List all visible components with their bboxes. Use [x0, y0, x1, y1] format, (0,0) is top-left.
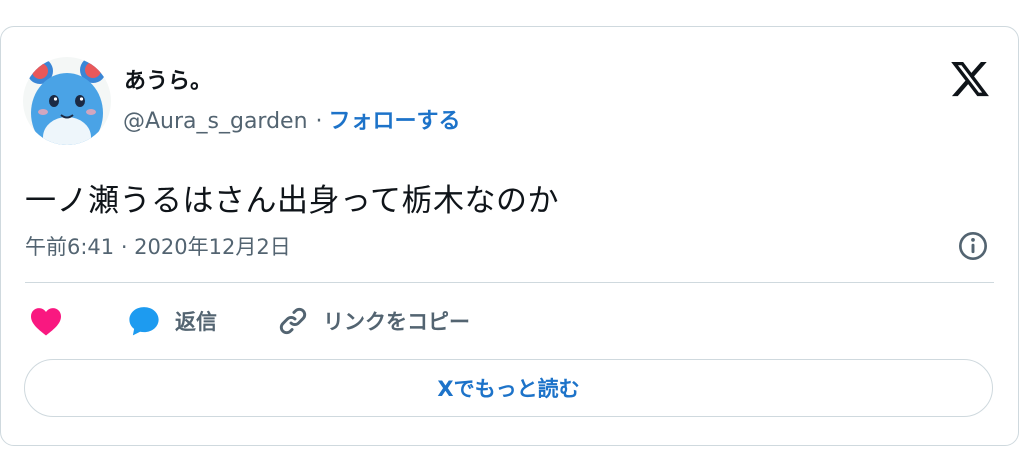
copy-link-label: リンクをコピー — [323, 310, 470, 334]
like-button[interactable] — [29, 303, 63, 339]
copy-link-button[interactable]: リンクをコピー — [277, 303, 470, 339]
reply-button[interactable]: 返信 — [127, 303, 217, 339]
divider — [25, 282, 994, 283]
separator: · — [315, 109, 323, 134]
speech-bubble-icon — [129, 307, 159, 336]
link-icon — [279, 307, 307, 335]
user-handle[interactable]: @Aura_s_garden — [123, 109, 308, 134]
avatar[interactable] — [23, 57, 111, 145]
x-logo-icon[interactable] — [949, 58, 991, 100]
tweet-timestamp[interactable]: 午前6:41 · 2020年12月2日 — [25, 231, 291, 261]
embedded-tweet-card: あうら。 @Aura_s_garden · フォローする 一ノ瀬うるはさん出身って栃… — [0, 26, 1019, 446]
handle-row: @Aura_s_garden · フォローする — [123, 103, 461, 135]
read-more-button[interactable]: Xでもっと読む — [24, 359, 993, 417]
heart-icon — [31, 308, 61, 336]
follow-link[interactable]: フォローする — [329, 109, 461, 134]
reply-label: 返信 — [175, 310, 217, 334]
display-name[interactable]: あうら。 — [124, 63, 212, 95]
info-icon[interactable] — [957, 230, 989, 262]
tweet-text: 一ノ瀬うるはさん出身って栃木なのか — [25, 183, 559, 219]
